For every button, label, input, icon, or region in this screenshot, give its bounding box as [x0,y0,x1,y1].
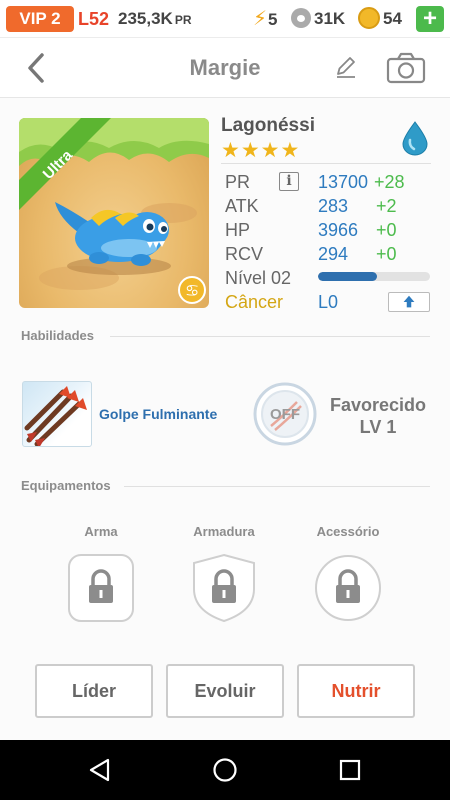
leader-button[interactable]: Líder [35,664,153,718]
divider [110,336,430,337]
paw-icon [291,8,311,28]
edit-pencil-icon[interactable] [333,54,359,80]
power-rating: 235,3K PR [118,6,192,32]
energy-value: 5 [268,10,278,29]
page-title: Margie [189,55,261,80]
info-icon[interactable]: i [279,172,299,191]
toggle-off-label: OFF [270,406,300,423]
skill-name[interactable]: Golpe Fulminante [99,406,217,422]
stat-increase-atk: +2 [376,196,397,216]
skill-icon[interactable] [22,381,92,447]
pet-portrait[interactable]: Ultra ♋ [19,118,209,308]
home-circle-icon[interactable] [212,757,238,783]
system-navigation-bar [0,740,450,800]
feed-button[interactable]: Nutrir [297,664,415,718]
stat-value-hp: 3966 [318,220,359,240]
favored-toggle[interactable]: OFF [253,382,317,446]
status-bar: VIP 2 L52 235,3K PR ⚡5 31K 54 + [0,0,450,38]
stat-increase-hp: +0 [376,220,397,240]
pet-illustration: Ultra ♋ [19,118,209,304]
pet-species-name: Lagonéssi [221,115,315,136]
stat-increase-rcv: +0 [376,244,397,264]
stat-value-rcv: 294 [318,244,349,264]
coin-icon [358,7,380,29]
weapon-slot[interactable] [67,553,135,623]
lightning-icon: ⚡ [253,8,268,30]
divider [124,486,430,487]
accessory-slot[interactable] [314,553,382,623]
stat-value-pr: 13700 [318,172,369,192]
paw-counter[interactable]: 31K [291,6,345,32]
stat-increase-pr: +28 [374,172,405,192]
zodiac-sign-label: Câncer [225,292,284,312]
rarity-stars: ★★★★ [221,139,301,162]
experience-bar-fill [318,272,378,281]
slot-label-accessory: Acessório [316,524,380,539]
vip-badge[interactable]: VIP 2 [6,6,74,32]
zodiac-level: L0 [318,292,339,312]
stat-label-pr: PR [225,172,251,192]
page-header: Margie [0,38,450,98]
abilities-section-title: Habilidades [21,328,94,343]
slot-label-armor: Armadura [193,524,255,539]
divider [221,163,431,164]
coin-value: 54 [383,9,402,28]
favored-level: Favorecido LV 1 [322,394,434,438]
evolve-button[interactable]: Evoluir [166,664,284,718]
water-drop-icon [402,121,428,156]
triple-arrow-icon [24,386,87,446]
cancer-sign-icon: ♋ [185,281,199,300]
power-value: 235,3K [118,9,173,28]
back-arrow-icon[interactable] [22,50,52,86]
experience-bar [318,272,430,281]
upgrade-sign-button[interactable] [388,292,430,312]
recent-apps-icon[interactable] [339,759,361,781]
add-coins-button[interactable]: + [416,6,444,32]
energy-counter[interactable]: ⚡5 [253,6,278,32]
back-triangle-icon[interactable] [88,758,112,782]
paw-value: 31K [314,9,346,28]
stat-label-hp: HP [225,220,251,240]
power-unit: PR [174,13,192,27]
level-label: Nível 02 [225,268,292,288]
stat-value-atk: 283 [318,196,349,216]
player-level: L52 [78,9,110,29]
equipment-section-title: Equipamentos [21,478,111,493]
armor-slot[interactable] [190,553,258,623]
slot-label-weapon: Arma [84,524,118,539]
camera-icon[interactable] [386,52,426,84]
coin-counter[interactable]: 54 [358,6,402,32]
stat-label-rcv: RCV [225,244,264,264]
favored-label: Favorecido [329,395,427,415]
favored-level-value: LV 1 [359,417,397,437]
stat-label-atk: ATK [225,196,259,216]
